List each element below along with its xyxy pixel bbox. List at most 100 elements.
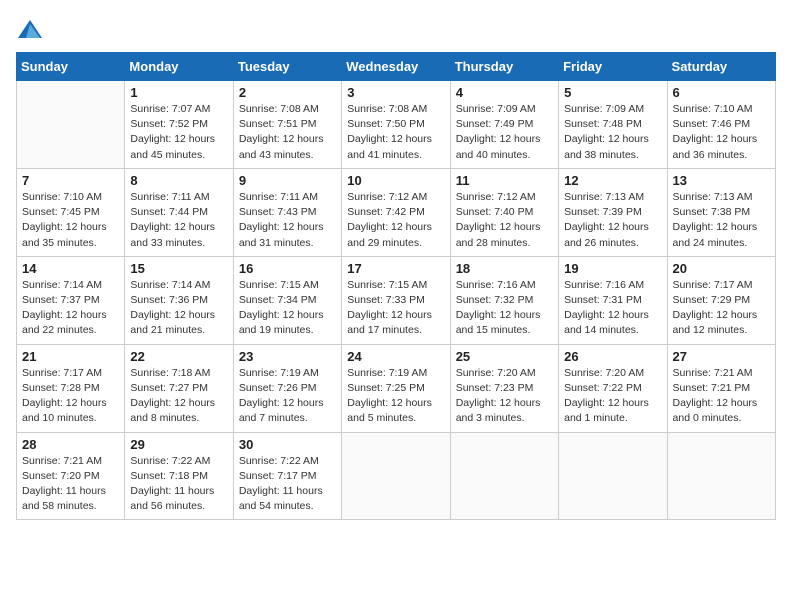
day-info: Sunrise: 7:10 AM Sunset: 7:45 PM Dayligh…	[22, 190, 119, 251]
calendar-day-cell: 19 Sunrise: 7:16 AM Sunset: 7:31 PM Dayli…	[559, 256, 667, 344]
day-info: Sunrise: 7:22 AM Sunset: 7:18 PM Dayligh…	[130, 454, 227, 515]
day-info: Sunrise: 7:10 AM Sunset: 7:46 PM Dayligh…	[673, 102, 770, 163]
day-info: Sunrise: 7:21 AM Sunset: 7:20 PM Dayligh…	[22, 454, 119, 515]
day-info: Sunrise: 7:13 AM Sunset: 7:39 PM Dayligh…	[564, 190, 661, 251]
day-info: Sunrise: 7:17 AM Sunset: 7:28 PM Dayligh…	[22, 366, 119, 427]
day-number: 3	[347, 85, 444, 100]
calendar-day-cell: 11 Sunrise: 7:12 AM Sunset: 7:40 PM Dayli…	[450, 168, 558, 256]
day-info: Sunrise: 7:09 AM Sunset: 7:49 PM Dayligh…	[456, 102, 553, 163]
day-number: 1	[130, 85, 227, 100]
calendar-day-cell: 12Sunrise: 7:13 AM Sunset: 7:39 PM Dayli…	[559, 168, 667, 256]
calendar-week-row: 28 Sunrise: 7:21 AM Sunset: 7:20 PM Dayli…	[17, 432, 776, 520]
day-number: 17	[347, 261, 444, 276]
calendar-day-cell: 25Sunrise: 7:20 AM Sunset: 7:23 PM Dayli…	[450, 344, 558, 432]
calendar-day-cell: 10 Sunrise: 7:12 AM Sunset: 7:42 PM Dayli…	[342, 168, 450, 256]
day-info: Sunrise: 7:13 AM Sunset: 7:38 PM Dayligh…	[673, 190, 770, 251]
day-info: Sunrise: 7:07 AM Sunset: 7:52 PM Dayligh…	[130, 102, 227, 163]
weekday-header: Thursday	[450, 53, 558, 81]
calendar-day-cell: 17 Sunrise: 7:15 AM Sunset: 7:33 PM Dayli…	[342, 256, 450, 344]
calendar-day-cell: 21 Sunrise: 7:17 AM Sunset: 7:28 PM Dayli…	[17, 344, 125, 432]
day-number: 19	[564, 261, 661, 276]
calendar-week-row: 21 Sunrise: 7:17 AM Sunset: 7:28 PM Dayli…	[17, 344, 776, 432]
calendar-day-cell: 6 Sunrise: 7:10 AM Sunset: 7:46 PM Daylig…	[667, 81, 775, 169]
day-number: 22	[130, 349, 227, 364]
day-info: Sunrise: 7:17 AM Sunset: 7:29 PM Dayligh…	[673, 278, 770, 339]
weekday-header: Sunday	[17, 53, 125, 81]
day-info: Sunrise: 7:11 AM Sunset: 7:43 PM Dayligh…	[239, 190, 336, 251]
day-number: 23	[239, 349, 336, 364]
day-info: Sunrise: 7:19 AM Sunset: 7:25 PM Dayligh…	[347, 366, 444, 427]
day-number: 27	[673, 349, 770, 364]
day-info: Sunrise: 7:16 AM Sunset: 7:31 PM Dayligh…	[564, 278, 661, 339]
calendar-week-row: 1 Sunrise: 7:07 AM Sunset: 7:52 PM Daylig…	[17, 81, 776, 169]
day-number: 30	[239, 437, 336, 452]
calendar-day-cell: 23 Sunrise: 7:19 AM Sunset: 7:26 PM Dayli…	[233, 344, 341, 432]
calendar-day-cell: 16Sunrise: 7:15 AM Sunset: 7:34 PM Dayli…	[233, 256, 341, 344]
day-info: Sunrise: 7:11 AM Sunset: 7:44 PM Dayligh…	[130, 190, 227, 251]
day-number: 21	[22, 349, 119, 364]
day-info: Sunrise: 7:21 AM Sunset: 7:21 PM Dayligh…	[673, 366, 770, 427]
weekday-header: Saturday	[667, 53, 775, 81]
calendar-day-cell: 1 Sunrise: 7:07 AM Sunset: 7:52 PM Daylig…	[125, 81, 233, 169]
calendar-day-cell: 22 Sunrise: 7:18 AM Sunset: 7:27 PM Dayli…	[125, 344, 233, 432]
day-number: 26	[564, 349, 661, 364]
calendar-day-cell: 28 Sunrise: 7:21 AM Sunset: 7:20 PM Dayli…	[17, 432, 125, 520]
calendar-day-cell: 18Sunrise: 7:16 AM Sunset: 7:32 PM Dayli…	[450, 256, 558, 344]
day-number: 16	[239, 261, 336, 276]
calendar-day-cell: 14 Sunrise: 7:14 AM Sunset: 7:37 PM Dayli…	[17, 256, 125, 344]
day-info: Sunrise: 7:15 AM Sunset: 7:33 PM Dayligh…	[347, 278, 444, 339]
day-info: Sunrise: 7:08 AM Sunset: 7:50 PM Dayligh…	[347, 102, 444, 163]
calendar-day-cell	[667, 432, 775, 520]
calendar-day-cell: 27 Sunrise: 7:21 AM Sunset: 7:21 PM Dayli…	[667, 344, 775, 432]
weekday-header: Monday	[125, 53, 233, 81]
calendar-day-cell: 2Sunrise: 7:08 AM Sunset: 7:51 PM Daylig…	[233, 81, 341, 169]
day-number: 15	[130, 261, 227, 276]
day-number: 7	[22, 173, 119, 188]
day-info: Sunrise: 7:12 AM Sunset: 7:42 PM Dayligh…	[347, 190, 444, 251]
day-number: 10	[347, 173, 444, 188]
day-info: Sunrise: 7:14 AM Sunset: 7:37 PM Dayligh…	[22, 278, 119, 339]
day-info: Sunrise: 7:08 AM Sunset: 7:51 PM Dayligh…	[239, 102, 336, 163]
calendar-day-cell	[342, 432, 450, 520]
day-info: Sunrise: 7:18 AM Sunset: 7:27 PM Dayligh…	[130, 366, 227, 427]
calendar-week-row: 14 Sunrise: 7:14 AM Sunset: 7:37 PM Dayli…	[17, 256, 776, 344]
day-number: 4	[456, 85, 553, 100]
day-info: Sunrise: 7:19 AM Sunset: 7:26 PM Dayligh…	[239, 366, 336, 427]
day-number: 29	[130, 437, 227, 452]
day-number: 8	[130, 173, 227, 188]
day-info: Sunrise: 7:16 AM Sunset: 7:32 PM Dayligh…	[456, 278, 553, 339]
calendar-week-row: 7 Sunrise: 7:10 AM Sunset: 7:45 PM Daylig…	[17, 168, 776, 256]
calendar-day-cell	[450, 432, 558, 520]
calendar-day-cell: 30 Sunrise: 7:22 AM Sunset: 7:17 PM Dayli…	[233, 432, 341, 520]
calendar-day-cell: 29 Sunrise: 7:22 AM Sunset: 7:18 PM Dayli…	[125, 432, 233, 520]
calendar-header-row: SundayMondayTuesdayWednesdayThursdayFrid…	[17, 53, 776, 81]
day-info: Sunrise: 7:20 AM Sunset: 7:22 PM Dayligh…	[564, 366, 661, 427]
day-number: 5	[564, 85, 661, 100]
day-info: Sunrise: 7:14 AM Sunset: 7:36 PM Dayligh…	[130, 278, 227, 339]
calendar-day-cell: 9 Sunrise: 7:11 AM Sunset: 7:43 PM Daylig…	[233, 168, 341, 256]
calendar-day-cell: 4 Sunrise: 7:09 AM Sunset: 7:49 PM Daylig…	[450, 81, 558, 169]
day-info: Sunrise: 7:09 AM Sunset: 7:48 PM Dayligh…	[564, 102, 661, 163]
weekday-header: Tuesday	[233, 53, 341, 81]
calendar-day-cell: 3 Sunrise: 7:08 AM Sunset: 7:50 PM Daylig…	[342, 81, 450, 169]
calendar-day-cell: 26 Sunrise: 7:20 AM Sunset: 7:22 PM Dayli…	[559, 344, 667, 432]
day-number: 20	[673, 261, 770, 276]
day-info: Sunrise: 7:12 AM Sunset: 7:40 PM Dayligh…	[456, 190, 553, 251]
day-number: 28	[22, 437, 119, 452]
day-number: 9	[239, 173, 336, 188]
calendar-day-cell	[559, 432, 667, 520]
calendar-day-cell: 24Sunrise: 7:19 AM Sunset: 7:25 PM Dayli…	[342, 344, 450, 432]
calendar-day-cell: 13Sunrise: 7:13 AM Sunset: 7:38 PM Dayli…	[667, 168, 775, 256]
day-number: 25	[456, 349, 553, 364]
logo	[16, 16, 48, 44]
day-number: 6	[673, 85, 770, 100]
logo-icon	[16, 16, 44, 44]
weekday-header: Friday	[559, 53, 667, 81]
page-header	[16, 16, 776, 44]
calendar-day-cell: 15 Sunrise: 7:14 AM Sunset: 7:36 PM Dayli…	[125, 256, 233, 344]
calendar-day-cell: 7 Sunrise: 7:10 AM Sunset: 7:45 PM Daylig…	[17, 168, 125, 256]
day-info: Sunrise: 7:22 AM Sunset: 7:17 PM Dayligh…	[239, 454, 336, 515]
weekday-header: Wednesday	[342, 53, 450, 81]
day-number: 14	[22, 261, 119, 276]
day-number: 11	[456, 173, 553, 188]
